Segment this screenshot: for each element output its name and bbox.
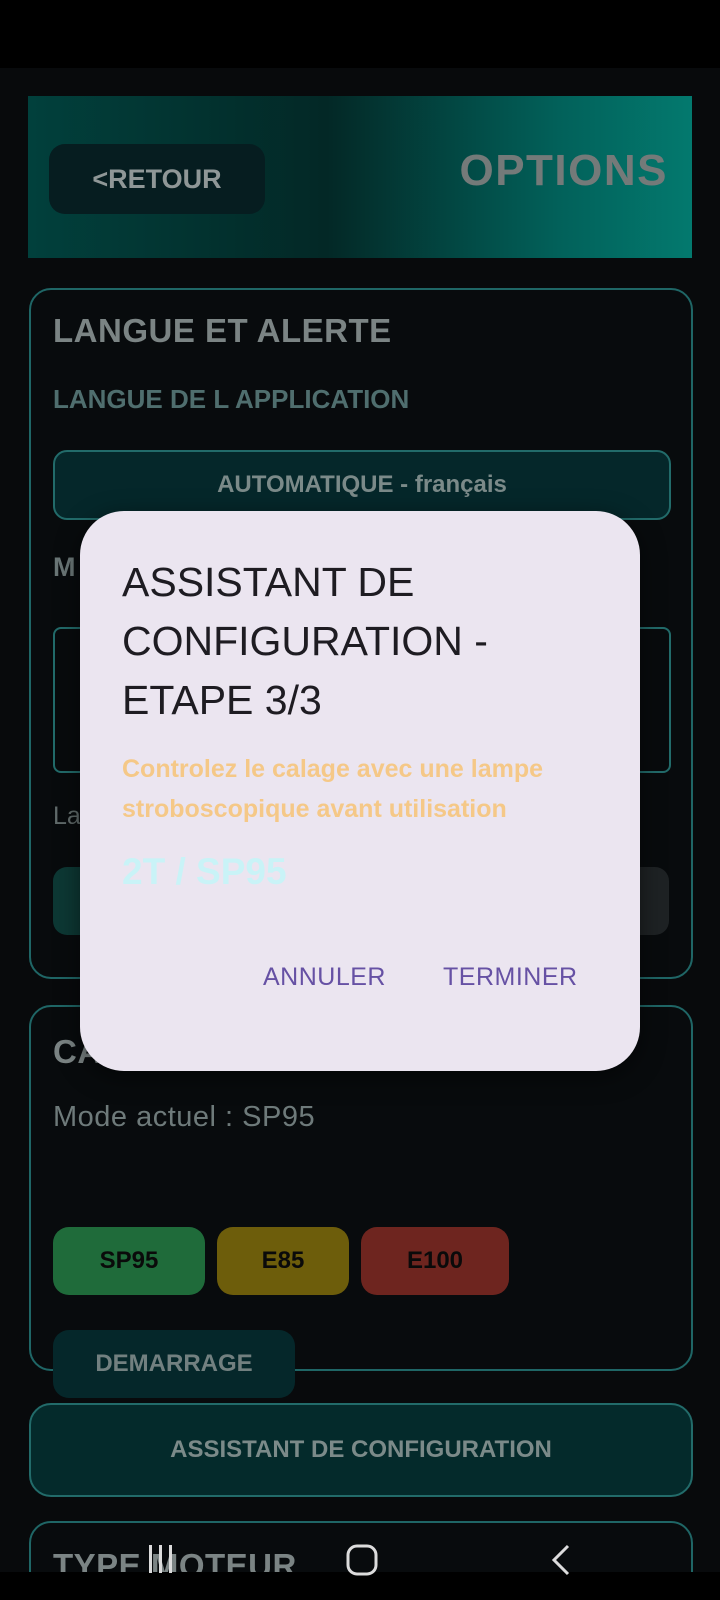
back-icon[interactable] <box>550 1544 572 1581</box>
language-select-button[interactable]: AUTOMATIQUE - français <box>53 450 671 520</box>
dialog-mode-text: 2T / SP95 <box>122 851 287 892</box>
demarrage-button[interactable]: DEMARRAGE <box>53 1330 295 1398</box>
e85-button[interactable]: E85 <box>217 1227 349 1295</box>
cancel-button[interactable]: ANNULER <box>263 963 386 992</box>
back-button[interactable]: <RETOUR <box>49 144 265 214</box>
language-section-title: LANGUE ET ALERTE <box>53 312 392 349</box>
e100-button[interactable]: E100 <box>361 1227 509 1295</box>
partial-label: M <box>53 552 76 582</box>
page-title: OPTIONS <box>459 146 668 195</box>
engine-section-title: TYPE MOTEUR <box>53 1547 297 1572</box>
sp95-button[interactable]: SP95 <box>53 1227 205 1295</box>
app-language-label: LANGUE DE L APPLICATION <box>53 384 410 414</box>
status-bar <box>0 0 720 68</box>
finish-button[interactable]: TERMINER <box>443 963 578 992</box>
recents-icon[interactable] <box>148 1544 174 1579</box>
dialog-title: ASSISTANT DE CONFIGURATION - ETAPE 3/3 <box>122 559 488 723</box>
partial-text: La <box>53 802 81 830</box>
config-assistant-dialog: ASSISTANT DE CONFIGURATION - ETAPE 3/3 C… <box>80 511 640 1071</box>
navigation-bar <box>0 1544 720 1600</box>
current-mode-text: Mode actuel : SP95 <box>53 1101 316 1133</box>
options-header: <RETOUR OPTIONS <box>28 96 692 258</box>
config-assistant-button[interactable]: ASSISTANT DE CONFIGURATION <box>29 1403 693 1497</box>
options-screen: <RETOUR OPTIONS LANGUE ET ALERTE LANGUE … <box>0 68 720 1572</box>
home-icon[interactable] <box>346 1544 378 1581</box>
dialog-warning-text: Controlez le calage avec une lampe strob… <box>122 755 543 823</box>
